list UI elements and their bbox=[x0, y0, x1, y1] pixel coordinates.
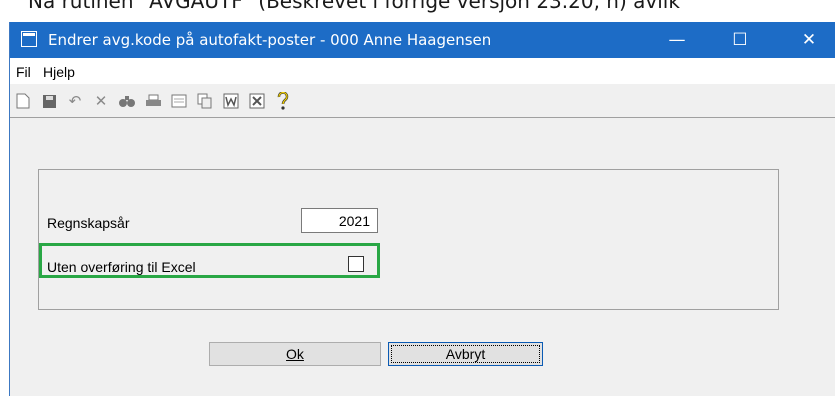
dialog-window: Endrer avg.kode på autofakt-poster - 000… bbox=[9, 22, 835, 396]
ok-button[interactable]: Ok bbox=[209, 342, 381, 366]
menu-bar: Fil Hjelp bbox=[10, 58, 835, 84]
print-icon[interactable] bbox=[144, 92, 162, 110]
excel-icon[interactable] bbox=[248, 92, 266, 110]
ok-button-label: Ok bbox=[286, 346, 304, 362]
new-icon[interactable] bbox=[14, 92, 32, 110]
options-group-box bbox=[38, 169, 779, 310]
background-document-text: Nå rutinen "AVGAUTF" (Beskrevet i forrig… bbox=[28, 0, 680, 13]
year-input[interactable]: 2021 bbox=[301, 208, 378, 233]
year-label: Regnskapsår bbox=[47, 215, 130, 231]
menu-item-hjelp[interactable]: Hjelp bbox=[43, 64, 75, 80]
save-icon[interactable] bbox=[40, 92, 58, 110]
excel-option-label: Uten overføring til Excel bbox=[47, 259, 196, 275]
cancel-button[interactable]: Avbryt bbox=[388, 342, 543, 366]
toolbar: ↶ ✕ bbox=[10, 84, 835, 118]
window-title: Endrer avg.kode på autofakt-poster - 000… bbox=[48, 31, 492, 49]
cancel-button-label: Avbryt bbox=[445, 346, 486, 362]
app-window-icon bbox=[21, 31, 37, 47]
title-bar[interactable]: Endrer avg.kode på autofakt-poster - 000… bbox=[10, 22, 835, 58]
calculator-icon[interactable] bbox=[170, 92, 188, 110]
delete-icon[interactable]: ✕ bbox=[92, 92, 110, 110]
maximize-button[interactable]: ☐ bbox=[718, 22, 762, 58]
copy-icon[interactable] bbox=[196, 92, 214, 110]
find-icon[interactable] bbox=[118, 92, 136, 110]
help-icon[interactable] bbox=[274, 92, 292, 110]
word-icon[interactable] bbox=[222, 92, 240, 110]
undo-icon[interactable]: ↶ bbox=[66, 92, 84, 110]
menu-item-fil[interactable]: Fil bbox=[16, 64, 31, 80]
close-button[interactable]: ✕ bbox=[787, 22, 831, 58]
minimize-button[interactable]: — bbox=[655, 22, 699, 58]
excel-checkbox[interactable] bbox=[348, 256, 364, 272]
